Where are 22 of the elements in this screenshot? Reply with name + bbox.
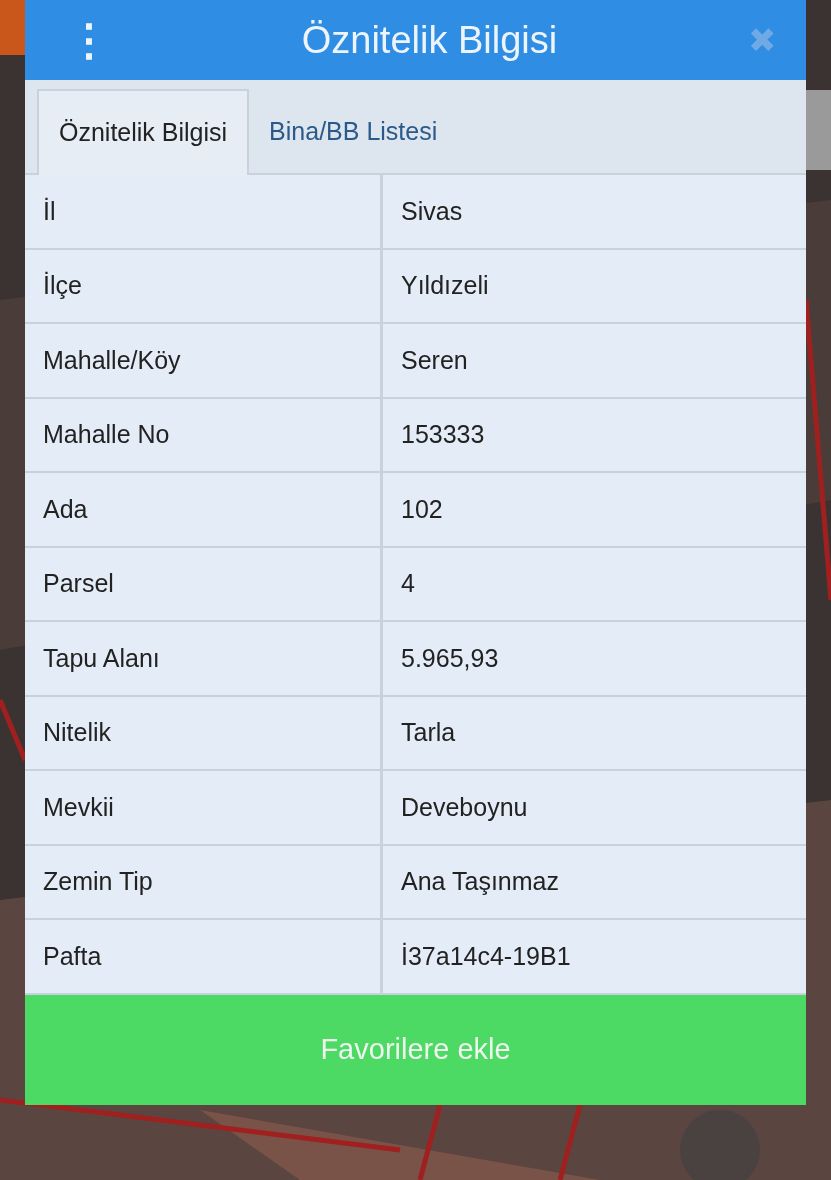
table-cell-text: İ37a14c4-19B1 [400,940,571,972]
table-cell: İl [25,175,383,248]
table-cell-text: 4 [400,568,415,599]
menu-icon[interactable]: ⋮ [67,18,111,62]
tab[interactable]: Bina/BB Listesi [249,89,458,175]
table-cell: Mevkii [25,771,383,844]
table-cell-text: Ana Taşınmaz [400,866,559,897]
table-cell-text: Yıldızeli [400,270,489,301]
table-cell-text: Deveboynu [400,791,528,823]
table-cell: Ada [25,473,383,546]
table-cell-text: Seren [400,344,468,376]
table-cell-text: Tarla [400,717,456,748]
table-cell-text: 5.965,93 [400,642,499,674]
table-cell-text: 102 [400,493,443,525]
favorites-button[interactable]: Favorilere ekle [25,994,806,1105]
table-cell: Mahalle/Köy [25,324,383,397]
table-cell: Tapu Alanı [25,622,383,695]
dialog-title: Öznitelik Bilgisi [301,17,558,63]
table-cell-text: 153333 [400,419,485,450]
tab[interactable]: Öznitelik Bilgisi [37,89,250,175]
table-cell: Pafta [25,920,383,993]
table-cell-text: Sivas [400,195,463,227]
